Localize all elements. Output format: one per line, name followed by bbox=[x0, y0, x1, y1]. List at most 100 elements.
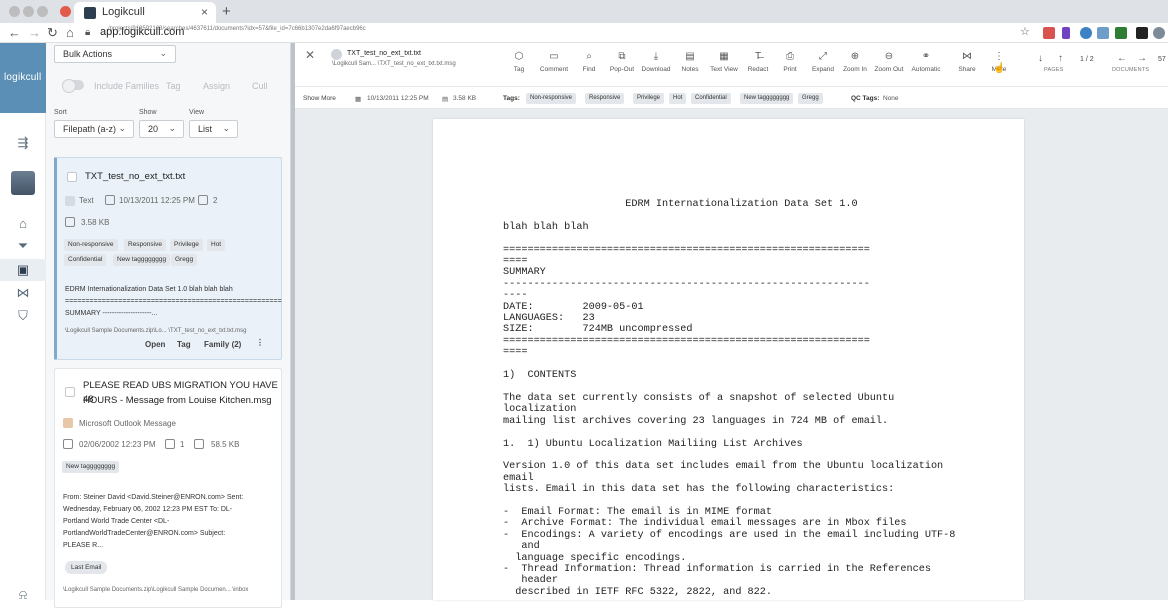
document-viewer: ✕ TXT_test_no_ext_txt.txt \Logikcull Sam… bbox=[291, 43, 1168, 600]
last-email-badge[interactable]: Last Email bbox=[65, 561, 108, 574]
toolbar-zoom-in-button[interactable]: ⊕ Zoom In bbox=[837, 51, 873, 73]
browser-tab-logikcull[interactable]: Logikcull × bbox=[74, 2, 216, 23]
window-maximize-button[interactable] bbox=[37, 6, 48, 17]
redact-icon: T̶ bbox=[754, 51, 762, 62]
logo-box[interactable]: logikcull bbox=[0, 43, 46, 113]
file-date: 10/13/2011 12:25 PM bbox=[119, 196, 195, 205]
home-icon[interactable]: ⌂ bbox=[66, 25, 74, 40]
pinned-tab-icon[interactable] bbox=[60, 6, 71, 17]
toolbar-print-button[interactable]: ⎙ Print bbox=[772, 51, 808, 73]
tag-chip[interactable]: Gregg bbox=[798, 93, 823, 104]
back-arrow-icon[interactable]: ← bbox=[8, 25, 21, 40]
extension-icon-6[interactable] bbox=[1136, 27, 1148, 39]
result-card[interactable]: TXT_test_no_ext_txt.txt Text 10/13/2011 … bbox=[54, 157, 282, 360]
family-button[interactable]: Family (2) bbox=[204, 340, 241, 349]
select-checkbox[interactable] bbox=[65, 387, 75, 397]
toolbar-download-button[interactable]: ⤓ Download bbox=[638, 51, 674, 73]
document-owner-avatar bbox=[331, 49, 342, 60]
profile-avatar[interactable] bbox=[1153, 27, 1165, 39]
page-up-arrow-icon[interactable]: ↑ bbox=[1058, 53, 1063, 64]
extension-icon-3[interactable] bbox=[1080, 27, 1092, 39]
tag-chip: Confidential bbox=[64, 254, 107, 266]
bookmark-star-icon[interactable]: ☆ bbox=[1020, 25, 1030, 38]
notifications-bell-icon[interactable]: ⍾ bbox=[14, 587, 32, 603]
document-page: EDRM Internationalization Data Set 1.0 b… bbox=[433, 119, 1024, 600]
open-button[interactable]: Open bbox=[145, 340, 165, 349]
file-size: 58.5 KB bbox=[211, 440, 240, 449]
tab-title: Logikcull bbox=[102, 6, 145, 18]
next-document-arrow-icon[interactable]: → bbox=[1137, 53, 1147, 64]
chevron-down-icon: ⌄ bbox=[159, 48, 167, 58]
view-value: List bbox=[198, 124, 213, 134]
window-close-button[interactable] bbox=[9, 6, 20, 17]
extension-icon-4[interactable] bbox=[1097, 27, 1109, 39]
toolbar-find-button[interactable]: ⌕ Find bbox=[571, 51, 607, 73]
toolbar-comment-button[interactable]: ▭ Comment bbox=[536, 51, 572, 73]
assign-filter-button[interactable]: Assign bbox=[203, 81, 230, 91]
window-minimize-button[interactable] bbox=[23, 6, 34, 17]
tag-chip[interactable]: Responsive bbox=[585, 93, 625, 104]
filter-nav-icon[interactable]: ⏷ bbox=[14, 238, 32, 254]
toolbar-tag-button[interactable]: ⬡ Tag bbox=[501, 51, 537, 73]
url-field[interactable]: app.logikcull.com/projects/919592123/sea… bbox=[100, 26, 366, 38]
reload-icon[interactable]: ↻ bbox=[47, 25, 58, 41]
toolbar-pop-out-button[interactable]: ⧉ Pop-Out bbox=[604, 51, 640, 73]
calendar-icon bbox=[105, 195, 115, 205]
previous-document-arrow-icon[interactable]: ← bbox=[1117, 53, 1127, 64]
documents-nav-icon[interactable]: ▣ bbox=[14, 262, 32, 278]
lock-icon: 🔒︎ bbox=[85, 27, 91, 38]
include-families-toggle[interactable] bbox=[62, 79, 84, 93]
extension-icon-2[interactable] bbox=[1062, 27, 1070, 39]
document-index: 57 bbox=[1158, 56, 1166, 63]
more-options-icon[interactable]: ⋮ bbox=[256, 338, 264, 347]
snippet-line: ========================================… bbox=[65, 298, 282, 305]
address-bar: ← → ↻ ⌂ 🔒︎ app.logikcull.com/projects/91… bbox=[0, 23, 1168, 43]
sort-select[interactable]: Filepath (a-z) ⌄ bbox=[54, 120, 134, 138]
toolbar-notes-button[interactable]: ▤ Notes bbox=[672, 51, 708, 73]
card-title-line[interactable]: HOURS - Message from Louise Kitchen.msg bbox=[83, 394, 271, 408]
toolbar-zoom-out-button[interactable]: ⊖ Zoom Out bbox=[871, 51, 907, 73]
tab-close-icon[interactable]: × bbox=[201, 5, 208, 19]
show-select[interactable]: 20 ⌄ bbox=[139, 120, 184, 138]
tag-chip[interactable]: Confidential bbox=[691, 93, 731, 104]
meta-size: 3.58 KB bbox=[453, 95, 477, 102]
select-checkbox[interactable] bbox=[67, 172, 77, 182]
tag-chip[interactable]: Hot bbox=[669, 93, 687, 104]
card-title[interactable]: TXT_test_no_ext_txt.txt bbox=[85, 170, 185, 184]
bulk-actions-button[interactable]: Bulk Actions ⌄ bbox=[54, 45, 176, 63]
connections-nav-icon[interactable]: ⋈ bbox=[14, 285, 32, 301]
toolbar-text-view-button[interactable]: ▦ Text View bbox=[706, 51, 742, 73]
home-nav-icon[interactable]: ⌂ bbox=[14, 216, 32, 231]
tag-chip[interactable]: New tagggggggg bbox=[740, 93, 794, 104]
shield-nav-icon[interactable]: ⛉ bbox=[14, 308, 32, 324]
cull-filter-button[interactable]: Cull bbox=[252, 81, 268, 91]
extension-icon-1[interactable] bbox=[1043, 27, 1055, 39]
show-value: 20 bbox=[148, 124, 159, 134]
toolbar-automatic-button[interactable]: ⚭ Automatic bbox=[908, 51, 944, 73]
view-select[interactable]: List ⌄ bbox=[189, 120, 238, 138]
extension-icon-5[interactable] bbox=[1115, 27, 1127, 39]
tag-filter-button[interactable]: Tag bbox=[166, 81, 181, 91]
show-more-button[interactable]: Show More bbox=[303, 95, 336, 102]
new-tab-button[interactable]: + bbox=[222, 3, 231, 20]
toolbar-share-button[interactable]: ⋈ Share bbox=[949, 51, 985, 73]
close-viewer-icon[interactable]: ✕ bbox=[305, 48, 315, 62]
user-avatar[interactable] bbox=[11, 171, 35, 195]
toolbar-expand-button[interactable]: ⤢ Expand bbox=[805, 51, 841, 73]
forward-arrow-icon[interactable]: → bbox=[28, 25, 41, 40]
file-type: Microsoft Outlook Message bbox=[79, 419, 176, 428]
page-down-arrow-icon[interactable]: ↓ bbox=[1038, 53, 1043, 64]
menu-toggle-icon[interactable]: ⇶ bbox=[14, 135, 32, 151]
chevron-down-icon: ⌄ bbox=[168, 123, 176, 133]
sort-label: Sort bbox=[54, 109, 67, 116]
tag-chip[interactable]: Privilege bbox=[633, 93, 665, 104]
tag-chip[interactable]: Non-responsive bbox=[526, 93, 577, 104]
file-type: Text bbox=[79, 196, 94, 205]
toolbar-redact-button[interactable]: T̶ Redact bbox=[740, 51, 776, 73]
result-card[interactable]: PLEASE READ UBS MIGRATION YOU HAVE 48 HO… bbox=[54, 368, 282, 608]
snippet-line: EDRM Internationalization Data Set 1.0 b… bbox=[65, 286, 233, 293]
automatic-icon: ⚭ bbox=[921, 51, 931, 62]
chevron-down-icon: ⌄ bbox=[222, 123, 230, 133]
comment-icon: ▭ bbox=[549, 51, 559, 62]
tag-button[interactable]: Tag bbox=[177, 340, 191, 349]
